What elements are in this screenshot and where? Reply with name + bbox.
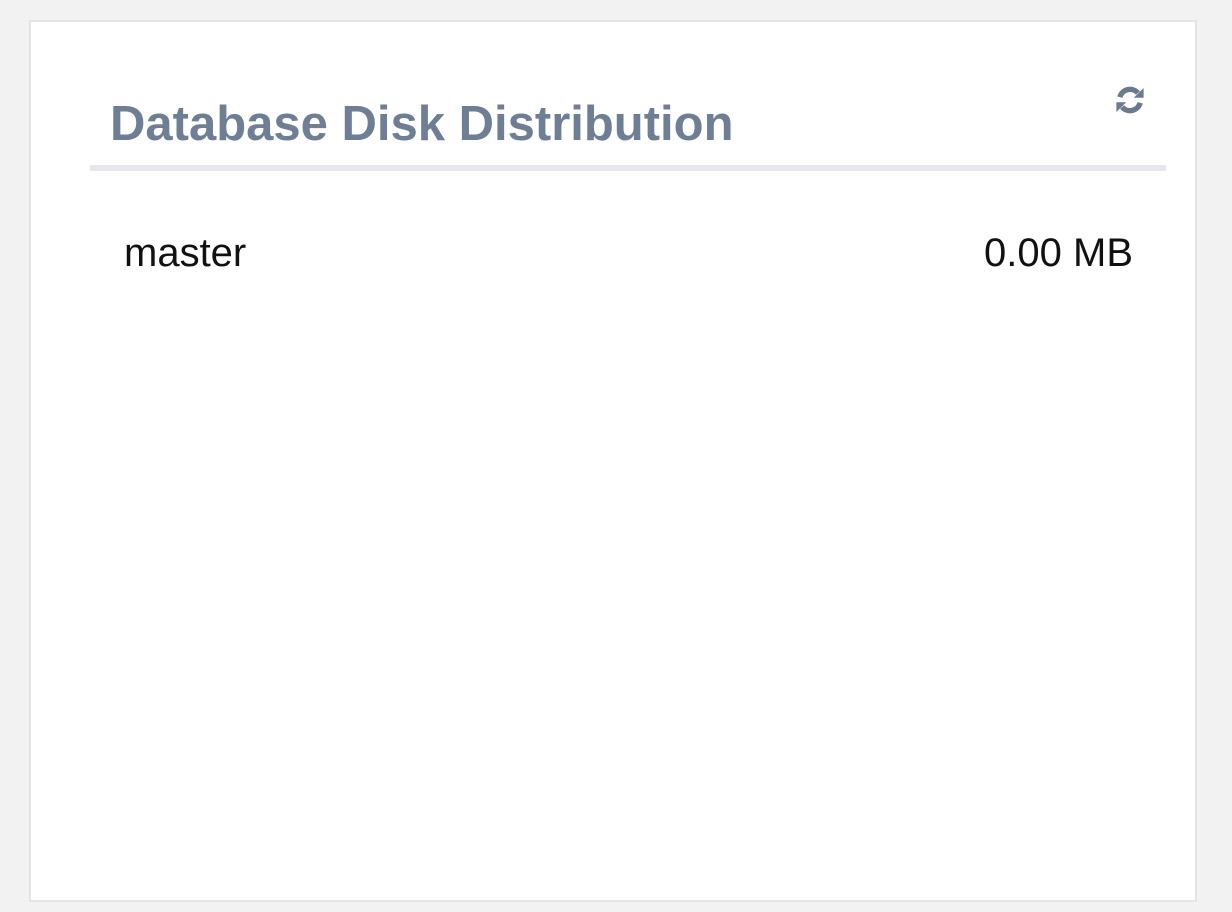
title-divider bbox=[90, 165, 1166, 171]
database-name: master bbox=[124, 230, 247, 275]
refresh-icon bbox=[1116, 86, 1144, 114]
refresh-button[interactable] bbox=[1109, 79, 1151, 121]
disk-distribution-panel: Database Disk Distribution master 0.00 M… bbox=[29, 20, 1197, 902]
database-size: 0.00 MB bbox=[984, 230, 1133, 275]
database-row: master 0.00 MB bbox=[124, 222, 1133, 284]
database-list: master 0.00 MB bbox=[124, 222, 1133, 284]
panel-title: Database Disk Distribution bbox=[110, 97, 734, 151]
